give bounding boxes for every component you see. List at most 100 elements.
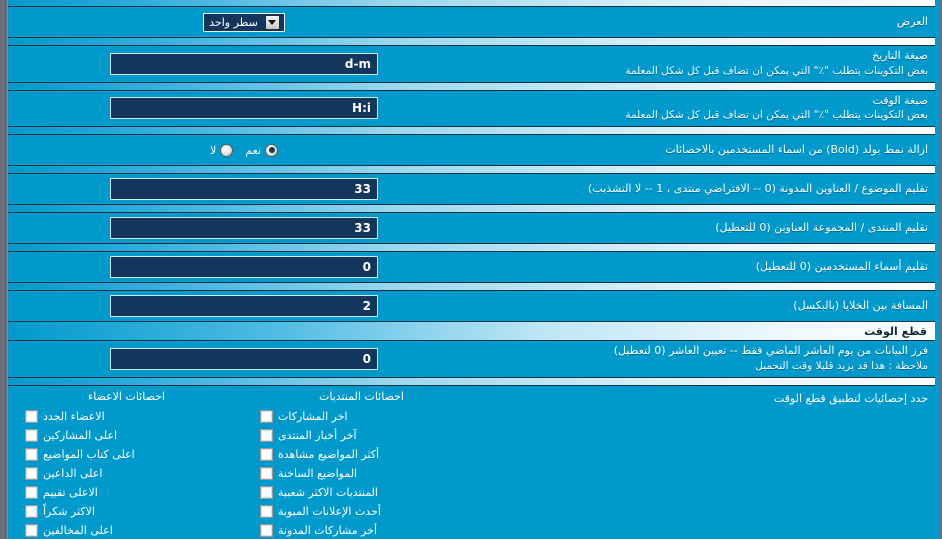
row-separator — [7, 376, 935, 386]
row-separator — [7, 165, 935, 175]
settings-rows: العرض سطر واحد صيغة التاريخ بعض التكوينا… — [5, 0, 940, 539]
setting-label-trim-topic-title: تقليم الموضوع / العناوين المدونة (0 -- ا… — [479, 179, 934, 200]
checkbox-item[interactable]: الاعلى تقييم — [13, 483, 240, 502]
checkbox-item[interactable]: اعلى كتاب المواضيع — [13, 445, 240, 464]
date-format-input[interactable] — [110, 52, 378, 75]
time-format-input[interactable] — [110, 97, 378, 120]
row-separator — [7, 0, 935, 7]
radio-yes-label: نعم — [245, 143, 261, 157]
checkbox-item[interactable]: الاعضاء الجدد — [13, 407, 240, 426]
checkbox-label: آخر أخبار المنتدى — [278, 428, 357, 442]
checkbox-label: أكثر المواضيع مشاهدة — [278, 447, 380, 461]
row-separator — [7, 204, 935, 214]
checkbox-icon[interactable] — [260, 447, 273, 461]
checkbox-label: المنتديات الاكثر شعبية — [278, 485, 378, 499]
checkbox-label: اعلى المخالفين — [43, 523, 113, 537]
checkbox-item[interactable]: أحدث الإعلانات المبوبة — [248, 502, 475, 521]
setting-row-trim-usernames: تقليم أسماء المستخدمين (0 للتعطيل) — [5, 252, 940, 283]
radio-selected-icon[interactable] — [265, 143, 278, 157]
chevron-down-icon[interactable] — [264, 14, 280, 30]
stats-column-header: احصائات الاعضاء — [88, 389, 165, 403]
checkbox-icon[interactable] — [25, 409, 38, 423]
stats-column-header: احصائات المنتديات — [319, 389, 404, 403]
setting-row-trim-forum-title: تقليم المنتدى / المجموعة العناوين (0 للت… — [5, 213, 940, 244]
setting-row-cutoff-stats: حدد إحصائيات لتطبيق قطع الوقت احصائات ال… — [5, 385, 940, 539]
setting-row-trim-topic-title: تقليم الموضوع / العناوين المدونة (0 -- ا… — [5, 174, 940, 205]
setting-label-text: صيغة التاريخ — [872, 49, 928, 62]
display-mode-value: سطر واحد — [209, 15, 258, 29]
checkbox-label: اعلى الداعين — [43, 466, 103, 480]
checkbox-icon[interactable] — [260, 485, 273, 499]
checkbox-item[interactable]: اعلى المشاركين — [13, 426, 240, 445]
time-cutoff-input[interactable] — [110, 347, 378, 370]
checkbox-label: المواضيع الساخنة — [278, 466, 358, 480]
remove-bold-radio-no[interactable]: لا — [206, 143, 237, 157]
cutoff-stats-matrix: احصائات المنتديات اخر المشاركات آخر أخبا… — [9, 390, 479, 539]
setting-label-text: صيغة الوقت — [872, 93, 928, 107]
setting-control-display: سطر واحد — [9, 12, 479, 32]
cell-spacing-input[interactable] — [110, 295, 378, 318]
setting-row-date-format: صيغة التاريخ بعض التكوينات يتطلب "٪" الت… — [5, 46, 940, 82]
checkbox-item[interactable]: اعلى المخالفين — [13, 521, 240, 539]
row-separator — [7, 282, 935, 292]
checkbox-item[interactable]: أكثر المواضيع مشاهدة — [248, 445, 475, 464]
checkbox-icon[interactable] — [260, 523, 273, 537]
checkbox-icon[interactable] — [25, 466, 38, 480]
setting-control-trim-usernames — [9, 256, 479, 279]
checkbox-icon[interactable] — [25, 523, 38, 537]
checkbox-label: اعلى المشاركين — [43, 428, 118, 442]
setting-label-trim-forum-title: تقليم المنتدى / المجموعة العناوين (0 للت… — [479, 218, 934, 239]
setting-label-text: تقليم الموضوع / العناوين المدونة (0 -- ا… — [588, 181, 928, 195]
display-mode-select[interactable]: سطر واحد — [203, 12, 285, 32]
setting-label-text: تقليم المنتدى / المجموعة العناوين (0 للت… — [715, 220, 928, 234]
checkbox-label: أخر مشاركات المدونة — [278, 523, 378, 537]
setting-row-display: العرض سطر واحد — [5, 7, 940, 37]
row-separator — [7, 37, 935, 46]
setting-label-date-format: صيغة التاريخ بعض التكوينات يتطلب "٪" الت… — [479, 46, 934, 82]
checkbox-icon[interactable] — [260, 504, 273, 518]
checkbox-item[interactable]: المواضيع الساخنة — [248, 464, 475, 483]
setting-control-time-cutoff — [9, 347, 479, 370]
setting-label-remove-bold: ازالة نمط بولد (Bold) من اسماء المستخدمي… — [479, 140, 934, 161]
checkbox-item[interactable]: اعلى الداعين — [13, 464, 240, 483]
checkbox-item[interactable]: أخر مشاركات المدونة — [248, 521, 475, 539]
checkbox-item[interactable]: آخر أخبار المنتدى — [248, 426, 475, 445]
checkbox-icon[interactable] — [260, 466, 273, 480]
checkbox-label: أحدث الإعلانات المبوبة — [278, 504, 381, 518]
setting-row-time-format: صيغة الوقت بعض التكوينات يتطلب "٪" التي … — [5, 90, 940, 127]
admincp-settings-panel: العرض سطر واحد صيغة التاريخ بعض التكوينا… — [0, 0, 942, 539]
setting-control-time-format — [9, 97, 479, 120]
checkbox-icon[interactable] — [25, 428, 38, 442]
setting-control-cell-spacing — [9, 295, 479, 318]
setting-label-time-cutoff: فرز البيانات من يوم العاشر الماضي فقط --… — [479, 341, 934, 377]
row-separator — [7, 126, 935, 136]
remove-bold-radio-yes[interactable]: نعم — [241, 143, 282, 157]
setting-control-trim-topic-title — [9, 178, 479, 201]
checkbox-label: الاكثر شكراً — [43, 504, 95, 518]
stats-column-forum: احصائات المنتديات اخر المشاركات آخر أخبا… — [244, 390, 479, 539]
checkbox-item[interactable]: الاكثر شكراً — [13, 502, 240, 521]
checkbox-icon[interactable] — [25, 485, 38, 499]
remove-bold-radio-group: نعم لا — [206, 143, 282, 157]
setting-label-time-format: صيغة الوقت بعض التكوينات يتطلب "٪" التي … — [479, 91, 934, 127]
setting-row-cell-spacing: المسافة بين الخلايا (بالبكسل) — [5, 291, 940, 322]
radio-no-label: لا — [210, 143, 217, 157]
checkbox-label: اعلى كتاب المواضيع — [43, 447, 135, 461]
setting-label-text: المسافة بين الخلايا (بالبكسل) — [793, 298, 928, 312]
trim-topic-title-input[interactable] — [110, 178, 378, 201]
trim-forum-title-input[interactable] — [110, 217, 378, 240]
checkbox-icon[interactable] — [25, 504, 38, 518]
setting-label-cell-spacing: المسافة بين الخلايا (بالبكسل) — [479, 296, 934, 317]
checkbox-icon[interactable] — [260, 409, 273, 423]
checkbox-icon[interactable] — [25, 447, 38, 461]
setting-label-display: العرض — [479, 12, 934, 33]
setting-label-text: ازالة نمط بولد (Bold) من اسماء المستخدمي… — [665, 142, 928, 156]
trim-usernames-input[interactable] — [110, 256, 378, 279]
setting-label-text: تقليم أسماء المستخدمين (0 للتعطيل) — [755, 259, 928, 273]
checkbox-item[interactable]: المنتديات الاكثر شعبية — [248, 483, 475, 502]
checkbox-item[interactable]: اخر المشاركات — [248, 407, 475, 426]
checkbox-icon[interactable] — [260, 428, 273, 442]
section-header-time-cutoff: قطع الوقت — [7, 321, 935, 342]
row-separator — [7, 81, 935, 91]
radio-unselected-icon[interactable] — [220, 143, 234, 157]
